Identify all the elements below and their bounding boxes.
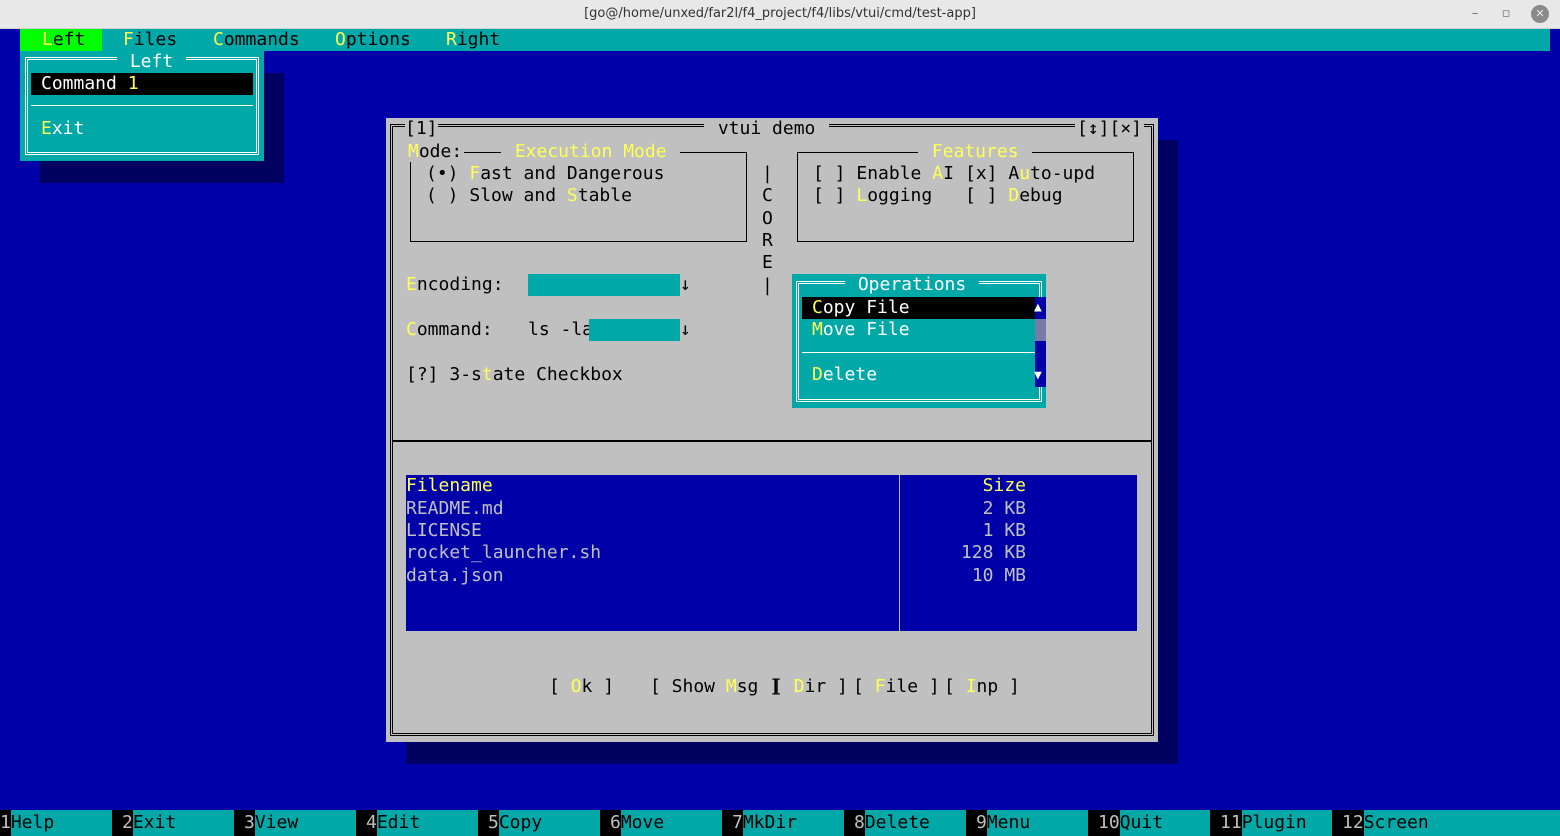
tristate-checkbox[interactable]: [?] 3-state Checkbox bbox=[406, 364, 623, 386]
operations-separator bbox=[802, 352, 1035, 353]
core-bar-top: | bbox=[762, 163, 773, 184]
file-button[interactable]: [ File ] bbox=[853, 676, 940, 698]
features-title: Features bbox=[918, 142, 1033, 162]
command-input[interactable] bbox=[589, 319, 680, 341]
inp-button[interactable]: [ Inp ] bbox=[944, 676, 1020, 698]
menu-item-exit[interactable]: Exit bbox=[41, 118, 84, 140]
fkey-help[interactable]: 1Help bbox=[0, 810, 112, 836]
operations-listbox: Operations Copy File Move File Delete ▲ … bbox=[792, 274, 1046, 408]
function-key-bar: 1Help 2Exit 3View 4Edit 5Copy 6Move 7MkD… bbox=[0, 810, 1560, 836]
table-row-size[interactable]: 128 KB bbox=[899, 542, 1026, 564]
table-row-size[interactable]: 1 KB bbox=[899, 520, 1026, 542]
table-row-filename[interactable]: rocket_launcher.sh bbox=[406, 542, 601, 564]
fkey-view[interactable]: 3View bbox=[244, 810, 356, 836]
checkbox-auto-update[interactable]: [x] Auto-upd bbox=[965, 163, 1095, 185]
mode-label: Mode: bbox=[408, 141, 465, 162]
table-row-size[interactable]: 10 MB bbox=[899, 565, 1026, 587]
show-msg-button[interactable]: [ Show Msg ] bbox=[650, 676, 780, 698]
column-header-size[interactable]: Size bbox=[899, 475, 1026, 497]
dropdown-separator bbox=[31, 105, 253, 106]
table-row-size[interactable]: 2 KB bbox=[899, 498, 1026, 520]
encoding-history-icon[interactable]: ↓ bbox=[680, 274, 691, 296]
minimize-icon[interactable]: – bbox=[1466, 5, 1484, 23]
window-title: [go@/home/unxed/far2l/f4_project/f4/libs… bbox=[584, 6, 976, 21]
dialog-number: [1] bbox=[405, 118, 438, 139]
fkey-screen[interactable]: 12Screen bbox=[1342, 810, 1560, 836]
fkey-quit[interactable]: 10Quit bbox=[1098, 810, 1210, 836]
scroll-down-icon[interactable]: ▼ bbox=[1034, 365, 1042, 387]
menu-right[interactable]: Right bbox=[446, 29, 500, 51]
table-row-filename[interactable]: LICENSE bbox=[406, 520, 482, 542]
checkbox-enable-ai[interactable]: [ ] Enable AI bbox=[813, 163, 954, 185]
fkey-move[interactable]: 6Move bbox=[610, 810, 722, 836]
window-titlebar: [go@/home/unxed/far2l/f4_project/f4/libs… bbox=[0, 0, 1560, 29]
encoding-input[interactable] bbox=[528, 274, 680, 296]
encoding-label: Encoding: bbox=[406, 274, 504, 295]
menu-bar: Left Files Commands Options Right bbox=[20, 29, 1550, 51]
table-row-filename[interactable]: README.md bbox=[406, 498, 504, 520]
menu-files[interactable]: Files bbox=[123, 29, 177, 51]
core-bar-bottom: | bbox=[762, 275, 773, 296]
column-header-filename[interactable]: Filename bbox=[406, 475, 493, 497]
fkey-copy[interactable]: 5Copy bbox=[488, 810, 600, 836]
scroll-up-icon[interactable]: ▲ bbox=[1034, 297, 1042, 319]
dialog-window-controls[interactable]: [↕][×] bbox=[1075, 119, 1145, 139]
command-input-text[interactable]: ls -la bbox=[528, 319, 593, 341]
fkey-menu[interactable]: 9Menu bbox=[976, 810, 1088, 836]
fkey-delete[interactable]: 8Delete bbox=[854, 810, 966, 836]
left-dropdown-menu: Left Command 1 Exit bbox=[20, 51, 264, 161]
radio-fast-dangerous[interactable]: (•) Fast and Dangerous bbox=[426, 163, 664, 185]
vtui-demo-dialog: [1] vtui demo [↕][×] Mode: Execution Mod… bbox=[386, 118, 1158, 742]
terminal-screen: { "window": { "title": "[go@/home/unxed/… bbox=[0, 0, 1560, 836]
fkey-plugin[interactable]: 11Plugin bbox=[1220, 810, 1332, 836]
core-letter-o: O bbox=[762, 208, 773, 229]
dialog-title: vtui demo bbox=[704, 119, 830, 139]
dialog-separator bbox=[393, 440, 1151, 442]
command-label: Command: bbox=[406, 319, 493, 340]
menu-item-command-1[interactable]: Command 1 bbox=[31, 73, 253, 95]
close-icon[interactable]: ✕ bbox=[1531, 5, 1549, 23]
execution-mode-title: Execution Mode bbox=[501, 142, 681, 162]
operation-move-file[interactable]: Move File bbox=[812, 319, 910, 341]
operations-title: Operations bbox=[845, 274, 980, 296]
menu-left[interactable]: Left bbox=[20, 29, 102, 51]
menu-options[interactable]: Options bbox=[335, 29, 411, 51]
dropdown-title: Left bbox=[117, 51, 187, 73]
ok-button[interactable]: [ Ok ] bbox=[549, 676, 614, 698]
radio-slow-stable[interactable]: ( ) Slow and Stable bbox=[426, 185, 632, 207]
checkbox-debug[interactable]: [ ] Debug bbox=[965, 185, 1063, 207]
menu-commands[interactable]: Commands bbox=[213, 29, 300, 51]
core-letter-r: R bbox=[762, 230, 773, 251]
command-history-icon[interactable]: ↓ bbox=[680, 319, 691, 341]
operation-delete[interactable]: Delete bbox=[812, 364, 877, 386]
maximize-icon[interactable]: ▫ bbox=[1497, 5, 1515, 23]
fkey-exit[interactable]: 2Exit bbox=[122, 810, 234, 836]
table-row-filename[interactable]: data.json bbox=[406, 565, 504, 587]
fkey-edit[interactable]: 4Edit bbox=[366, 810, 478, 836]
operations-scroll-thumb[interactable] bbox=[1035, 319, 1046, 341]
operation-copy-file[interactable]: Copy File bbox=[802, 297, 1035, 319]
checkbox-logging[interactable]: [ ] Logging bbox=[813, 185, 932, 207]
dir-button[interactable]: [ Dir ] bbox=[772, 676, 848, 698]
core-letter-e: E bbox=[762, 252, 773, 273]
file-table: Filename Size README.md 2 KB LICENSE 1 K… bbox=[406, 475, 1137, 631]
core-letter-c: C bbox=[762, 185, 773, 206]
fkey-mkdir[interactable]: 7MkDir bbox=[732, 810, 844, 836]
